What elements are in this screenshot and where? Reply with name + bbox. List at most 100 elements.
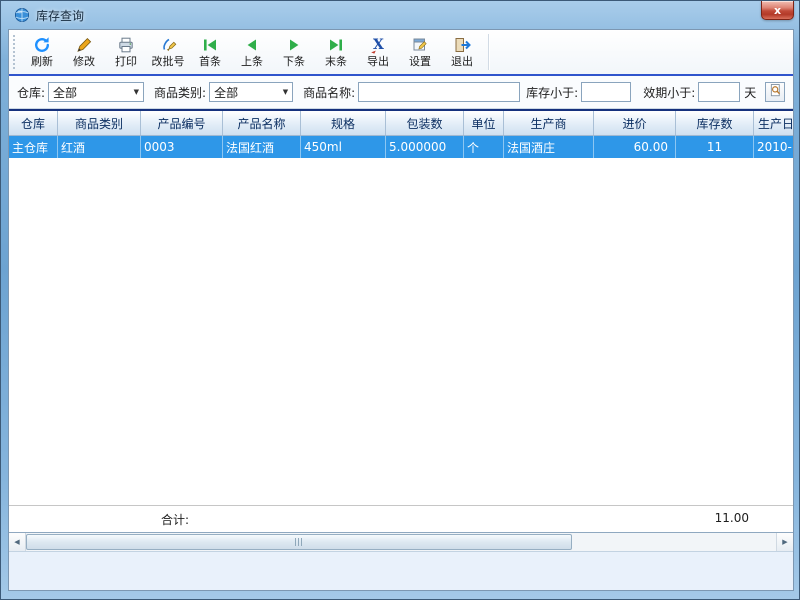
- horizontal-scrollbar[interactable]: ◀ ▶: [9, 532, 793, 552]
- product-name-input[interactable]: [358, 82, 520, 102]
- column-header-production-date[interactable]: 生产日期: [754, 111, 793, 135]
- toolbar-separator: [488, 34, 489, 70]
- cell-warehouse: 主仓库: [9, 136, 58, 158]
- toolbar-label: 改批号: [152, 55, 185, 69]
- table-row-selected[interactable]: 主仓库 红酒 0003 法国红酒 450ml 5.000000 个 法国酒庄 6…: [9, 136, 793, 158]
- last-record-button[interactable]: 末条: [315, 32, 357, 72]
- column-header-spec[interactable]: 规格: [301, 111, 386, 135]
- cell-production-date: 2010-: [754, 136, 793, 158]
- toolbar-gripper[interactable]: [13, 35, 18, 69]
- table-header-row: 仓库 商品类别 产品编号 产品名称 规格 包装数 单位 生产商 进价 库存数 生…: [9, 111, 793, 136]
- toolbar-label: 设置: [409, 55, 431, 69]
- toolbar-label: 修改: [73, 55, 95, 69]
- scroll-right-icon: ▶: [782, 538, 787, 546]
- warehouse-label: 仓库:: [17, 84, 45, 101]
- settings-icon: [411, 36, 429, 55]
- export-excel-icon: X: [369, 36, 387, 55]
- toolbar: 刷新 修改 打印 改批号: [9, 30, 793, 74]
- edit-icon: [75, 36, 93, 55]
- scroll-left-button[interactable]: ◀: [9, 533, 26, 551]
- days-suffix-label: 天: [744, 84, 756, 101]
- table-footer: 合计: 11.00: [9, 505, 793, 532]
- table-empty-area[interactable]: [9, 158, 793, 505]
- filter-bar: 仓库: 全部 ▼ 商品类别: 全部 ▼ 商品名称: 库存小于: 效期小于: 天: [9, 76, 793, 109]
- app-globe-icon: [14, 7, 30, 23]
- first-record-icon: [201, 36, 219, 55]
- scroll-right-button[interactable]: ▶: [776, 533, 793, 551]
- column-header-stock-qty[interactable]: 库存数: [676, 111, 754, 135]
- svg-text:X: X: [373, 37, 384, 53]
- status-area: [9, 552, 793, 590]
- export-button[interactable]: X 导出: [357, 32, 399, 72]
- column-header-purchase-price[interactable]: 进价: [594, 111, 676, 135]
- scrollbar-track[interactable]: [572, 533, 776, 551]
- cell-pack-qty: 5.000000: [386, 136, 464, 158]
- exit-icon: [453, 36, 471, 55]
- toolbar-label: 退出: [451, 55, 473, 69]
- cell-product-no: 0003: [141, 136, 223, 158]
- column-header-product-name[interactable]: 产品名称: [223, 111, 301, 135]
- category-select[interactable]: 全部 ▼: [209, 82, 293, 102]
- query-button[interactable]: [765, 82, 785, 102]
- column-header-warehouse[interactable]: 仓库: [9, 111, 58, 135]
- stock-below-input[interactable]: [581, 82, 631, 102]
- close-icon: x: [774, 5, 781, 16]
- toolbar-label: 打印: [115, 55, 137, 69]
- scroll-left-icon: ◀: [14, 538, 19, 546]
- warehouse-selected-value: 全部: [53, 84, 77, 101]
- category-selected-value: 全部: [214, 84, 238, 101]
- cell-spec: 450ml: [301, 136, 386, 158]
- first-record-button[interactable]: 首条: [189, 32, 231, 72]
- window-title: 库存查询: [36, 7, 84, 24]
- cell-stock-qty: 11: [676, 136, 754, 158]
- print-button[interactable]: 打印: [105, 32, 147, 72]
- change-batch-icon: [159, 36, 177, 55]
- print-icon: [117, 36, 135, 55]
- stock-below-label: 库存小于:: [526, 84, 578, 101]
- cell-manufacturer: 法国酒庄: [504, 136, 594, 158]
- toolbar-label: 上条: [241, 55, 263, 69]
- next-record-button[interactable]: 下条: [273, 32, 315, 72]
- scrollbar-thumb[interactable]: [26, 534, 572, 550]
- chevron-down-icon: ▼: [134, 88, 139, 96]
- column-header-product-no[interactable]: 产品编号: [141, 111, 223, 135]
- total-label: 合计:: [161, 511, 189, 528]
- settings-button[interactable]: 设置: [399, 32, 441, 72]
- column-header-unit[interactable]: 单位: [464, 111, 504, 135]
- next-record-icon: [285, 36, 303, 55]
- expiry-below-label: 效期小于:: [643, 84, 695, 101]
- toolbar-label: 末条: [325, 55, 347, 69]
- last-record-icon: [327, 36, 345, 55]
- column-header-pack-qty[interactable]: 包装数: [386, 111, 464, 135]
- app-window: 库存查询 x 刷新 修改: [0, 0, 800, 600]
- toolbar-label: 刷新: [31, 55, 53, 69]
- toolbar-label: 导出: [367, 55, 389, 69]
- total-value: 11.00: [609, 511, 749, 525]
- close-button[interactable]: x: [761, 1, 794, 20]
- toolbar-label: 首条: [199, 55, 221, 69]
- scrollbar-grip-icon: [295, 538, 303, 546]
- refresh-icon: [33, 36, 51, 55]
- search-document-icon: [768, 83, 783, 101]
- cell-category: 红酒: [58, 136, 141, 158]
- edit-button[interactable]: 修改: [63, 32, 105, 72]
- previous-record-button[interactable]: 上条: [231, 32, 273, 72]
- warehouse-select[interactable]: 全部 ▼: [48, 82, 144, 102]
- toolbar-label: 下条: [283, 55, 305, 69]
- exit-button[interactable]: 退出: [441, 32, 483, 72]
- category-label: 商品类别:: [154, 84, 206, 101]
- change-batch-button[interactable]: 改批号: [147, 32, 189, 72]
- expiry-below-input[interactable]: [698, 82, 740, 102]
- client-area: 刷新 修改 打印 改批号: [8, 29, 794, 591]
- cell-purchase-price: 60.00: [594, 136, 676, 158]
- cell-unit: 个: [464, 136, 504, 158]
- inventory-table: 仓库 商品类别 产品编号 产品名称 规格 包装数 单位 生产商 进价 库存数 生…: [9, 109, 793, 532]
- refresh-button[interactable]: 刷新: [21, 32, 63, 72]
- product-name-label: 商品名称:: [303, 84, 355, 101]
- title-bar[interactable]: 库存查询: [1, 1, 799, 29]
- chevron-down-icon: ▼: [283, 88, 288, 96]
- cell-product-name: 法国红酒: [223, 136, 301, 158]
- previous-record-icon: [243, 36, 261, 55]
- column-header-manufacturer[interactable]: 生产商: [504, 111, 594, 135]
- column-header-category[interactable]: 商品类别: [58, 111, 141, 135]
